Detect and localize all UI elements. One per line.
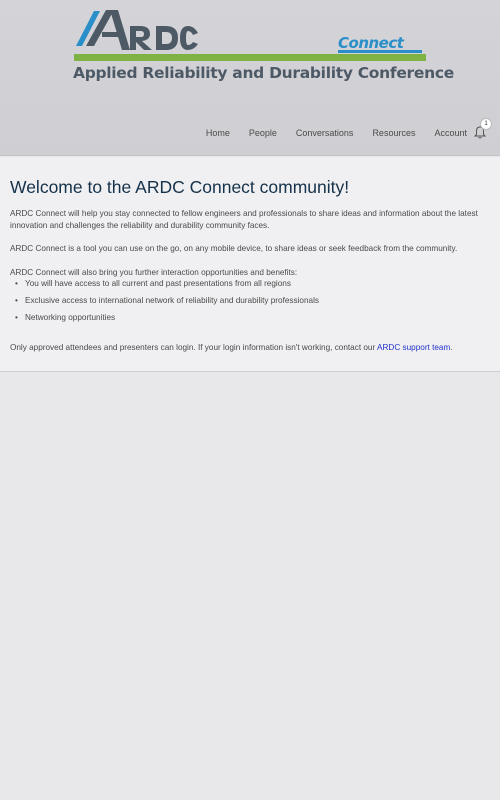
- intro-paragraph: ARDC Connect will help you stay connecte…: [10, 209, 478, 230]
- page-title: Welcome to the ARDC Connect community!: [10, 177, 350, 197]
- logo-connect-text: Connect: [338, 34, 404, 52]
- benefit-item: Networking opportunities: [10, 312, 490, 329]
- welcome-panel: Welcome to the ARDC Connect community! A…: [0, 157, 500, 372]
- logo-letter-r: [130, 26, 152, 50]
- login-note-text: Only approved attendees and presenters c…: [10, 343, 376, 352]
- logo-letter-c: [180, 26, 198, 50]
- site-header: Connect Applied Reliability and Durabili…: [0, 0, 500, 156]
- login-note: Only approved attendees and presenters c…: [10, 342, 492, 354]
- nav-account[interactable]: Account: [434, 128, 467, 138]
- benefit-item: Exclusive access to international networ…: [10, 295, 490, 312]
- logo-conference-name: Applied Reliability and Durability Confe…: [73, 64, 454, 82]
- logo-a-bar: [102, 32, 120, 37]
- support-team-link[interactable]: ARDC support team: [377, 343, 450, 352]
- notification-count-badge: 1: [480, 118, 492, 130]
- logo-green-bar: [74, 54, 426, 61]
- benefits-intro: ARDC Connect will also bring you further…: [10, 268, 298, 277]
- logo-letter-d: [156, 26, 178, 50]
- main-nav: Home People Conversations Resources Acco…: [187, 118, 492, 141]
- login-note-end: .: [450, 343, 453, 352]
- nav-resources[interactable]: Resources: [372, 128, 415, 138]
- nav-conversations[interactable]: Conversations: [296, 128, 354, 138]
- nav-home[interactable]: Home: [206, 128, 230, 138]
- notifications-button[interactable]: 1: [474, 118, 492, 141]
- benefits-list: You will have access to all current and …: [10, 278, 490, 329]
- nav-people[interactable]: People: [249, 128, 277, 138]
- mobile-paragraph: ARDC Connect is a tool you can use on th…: [10, 244, 458, 253]
- benefit-item: You will have access to all current and …: [10, 278, 490, 295]
- logo-a-right: [110, 10, 130, 50]
